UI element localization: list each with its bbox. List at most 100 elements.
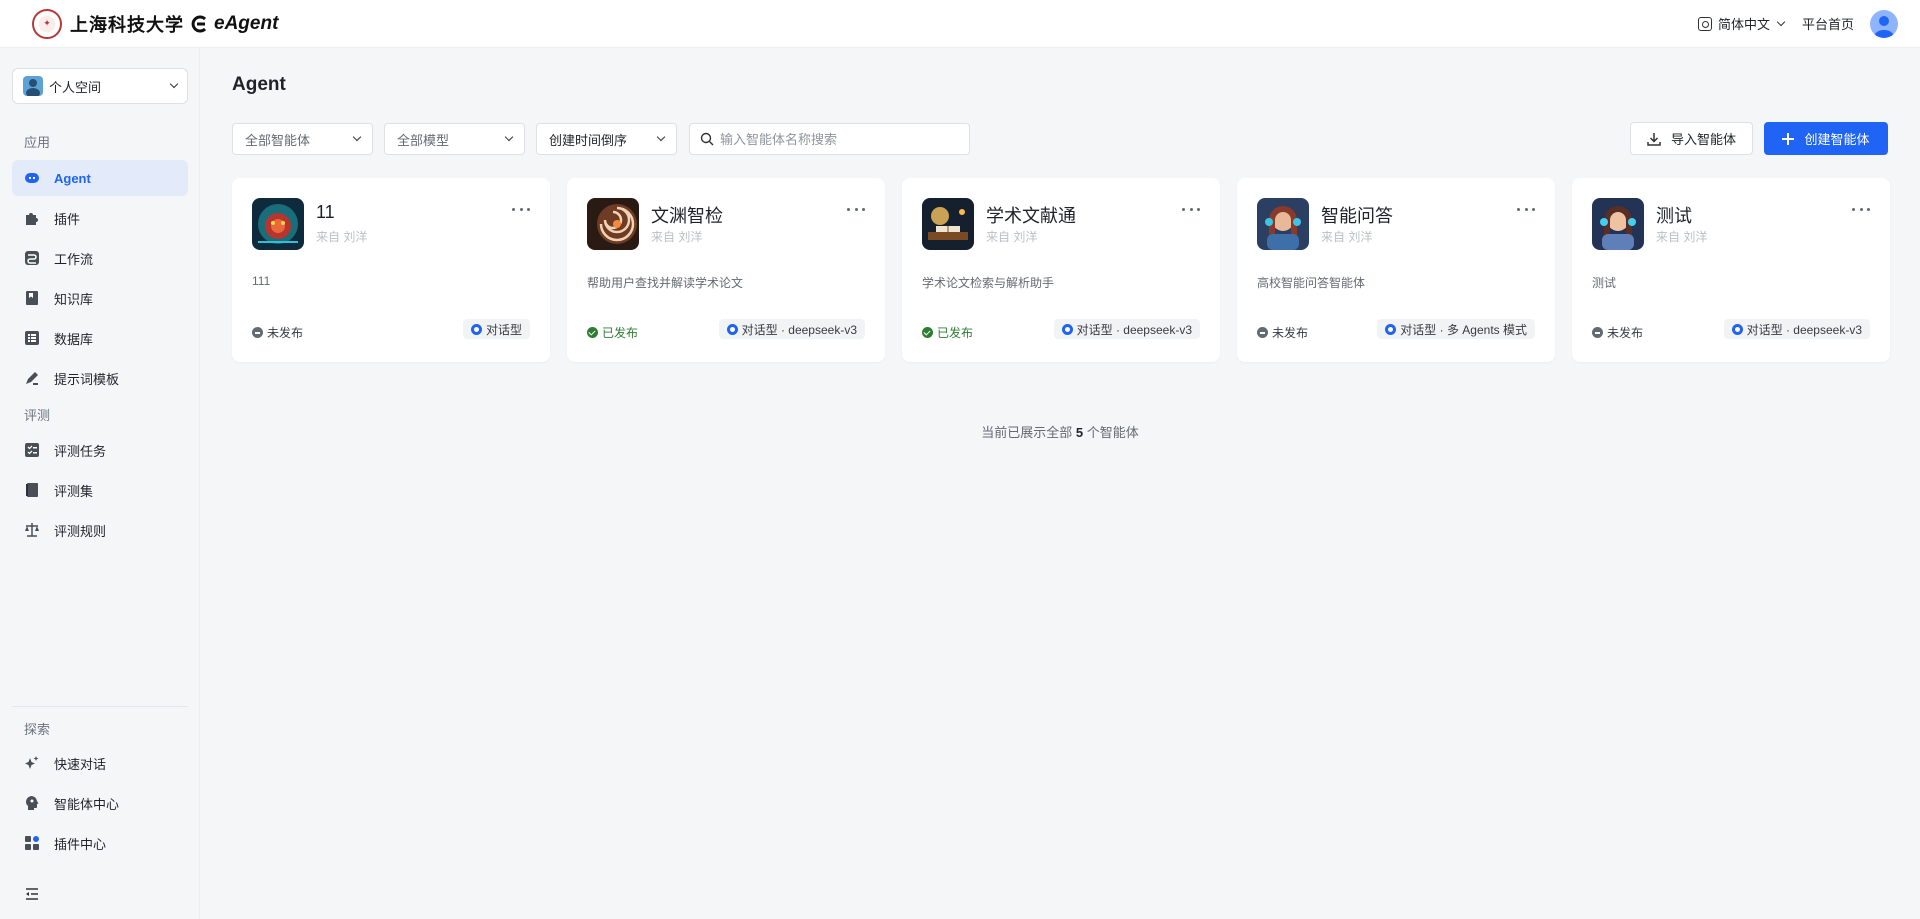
puzzle-icon — [24, 210, 40, 226]
more-options-icon[interactable] — [512, 208, 530, 212]
import-label: 导入智能体 — [1670, 132, 1736, 147]
agent-description: 测试 — [1592, 276, 1617, 290]
agent-type-filter[interactable]: 全部智能体 — [232, 123, 373, 155]
sidebar-item-workflow[interactable]: 工作流 — [12, 240, 188, 276]
sidebar-item-label: 智能体中心 — [54, 796, 120, 812]
chevron-down-icon — [1776, 17, 1786, 26]
agent-name: 学术文献通 — [986, 206, 1076, 226]
divider — [12, 706, 188, 707]
import-agent-button[interactable]: 导入智能体 — [1630, 122, 1753, 155]
filter-label: 创建时间倒序 — [549, 132, 628, 148]
sidebar-item-label: 快速对话 — [54, 756, 107, 772]
model-filter[interactable]: 全部模型 — [384, 123, 525, 155]
section-title-app: 应用 — [24, 135, 51, 150]
search-box[interactable] — [689, 123, 970, 155]
workflow-icon — [24, 250, 40, 266]
unpublished-icon — [1257, 327, 1268, 338]
sidebar: 个人空间 应用 Agent 插件 工作流 知识库 数据库 提示词模板 评测 评测… — [0, 48, 200, 919]
top-bar: ✦ 上海科技大学 eAgent 简体中文 平台首页 — [0, 0, 1920, 48]
space-selector[interactable]: 个人空间 — [12, 68, 188, 104]
agent-card[interactable]: 智能问答 来自 刘洋 高校智能问答智能体 未发布 对话型 · 多 Agents … — [1237, 178, 1555, 362]
sidebar-item-eval-task[interactable]: 评测任务 — [12, 432, 188, 468]
university-seal-logo: ✦ — [32, 8, 62, 39]
status-badge: 未发布 — [1257, 324, 1308, 341]
plus-icon — [1782, 132, 1795, 145]
search-input[interactable] — [720, 131, 959, 147]
database-icon — [24, 330, 40, 346]
brand[interactable]: ✦ 上海科技大学 eAgent — [32, 8, 279, 39]
sidebar-item-plugins[interactable]: 插件 — [12, 200, 188, 236]
more-options-icon[interactable] — [1182, 208, 1200, 212]
published-icon — [587, 327, 598, 338]
plugin-grid-icon — [24, 835, 40, 851]
knowledge-icon — [24, 290, 40, 306]
type-label: 对话型 · deepseek-v3 — [1746, 322, 1862, 337]
language-selector[interactable]: 简体中文 — [1697, 14, 1786, 33]
prompt-icon — [24, 370, 40, 386]
sparkle-icon — [24, 755, 40, 771]
chat-bubble-icon — [1385, 323, 1397, 335]
status-badge: 已发布 — [587, 324, 638, 341]
sidebar-item-eval-rules[interactable]: 评测规则 — [12, 512, 188, 548]
agent-type-tag: 对话型 · deepseek-v3 — [1723, 319, 1870, 339]
more-options-icon[interactable] — [1852, 208, 1870, 212]
agent-card[interactable]: 学术文献通 来自 刘洋 学术论文检索与解析助手 已发布 对话型 · deepse… — [902, 178, 1220, 362]
sidebar-item-agent[interactable]: Agent — [12, 160, 188, 196]
agent-avatar — [922, 198, 974, 250]
sidebar-item-label: 工作流 — [54, 251, 94, 267]
chat-bubble-icon — [726, 323, 738, 335]
status-label: 已发布 — [937, 326, 974, 340]
status-badge: 未发布 — [1592, 324, 1643, 341]
more-options-icon[interactable] — [1517, 208, 1535, 212]
agent-name: 11 — [316, 202, 335, 222]
status-badge: 未发布 — [252, 324, 303, 341]
create-label: 创建智能体 — [1804, 132, 1870, 147]
section-title-eval: 评测 — [24, 408, 51, 423]
chevron-down-icon — [352, 132, 362, 142]
sidebar-item-agent-center[interactable]: 智能体中心 — [12, 785, 188, 821]
status-label: 未发布 — [1272, 326, 1309, 340]
create-agent-button[interactable]: 创建智能体 — [1764, 122, 1888, 155]
agent-card[interactable]: 文渊智检 来自 刘洋 帮助用户查找并解读学术论文 已发布 对话型 · deeps… — [567, 178, 885, 362]
sidebar-item-eval-set[interactable]: 评测集 — [12, 472, 188, 508]
agent-author: 来自 刘洋 — [1656, 230, 1708, 244]
more-options-icon[interactable] — [847, 208, 865, 212]
section-title-explore: 探索 — [24, 722, 51, 737]
sidebar-item-quick-chat[interactable]: 快速对话 — [12, 745, 188, 781]
agent-type-tag: 对话型 · deepseek-v3 — [718, 319, 865, 339]
brain-icon — [24, 795, 40, 811]
collapse-sidebar-icon[interactable] — [24, 886, 40, 902]
platform-home-link[interactable]: 平台首页 — [1802, 14, 1854, 33]
sort-filter[interactable]: 创建时间倒序 — [536, 123, 677, 155]
sidebar-item-knowledge[interactable]: 知识库 — [12, 280, 188, 316]
language-label: 简体中文 — [1717, 17, 1770, 32]
sidebar-item-prompt-template[interactable]: 提示词模板 — [12, 360, 188, 396]
unpublished-icon — [1592, 327, 1603, 338]
agent-description: 高校智能问答智能体 — [1257, 276, 1366, 290]
type-label: 对话型 · deepseek-v3 — [741, 322, 857, 337]
search-icon — [700, 132, 714, 146]
agent-card[interactable]: 11 来自 刘洋 111 未发布 对话型 — [232, 178, 550, 362]
space-label: 个人空间 — [49, 79, 102, 95]
sidebar-item-plugin-center[interactable]: 插件中心 — [12, 825, 188, 861]
product-name: eAgent — [214, 12, 279, 34]
agent-card[interactable]: 测试 来自 刘洋 测试 未发布 对话型 · deepseek-v3 — [1572, 178, 1890, 362]
agent-author: 来自 刘洋 — [316, 230, 368, 244]
school-name: 上海科技大学 — [70, 14, 184, 35]
user-avatar[interactable] — [1870, 9, 1898, 38]
chat-bubble-icon — [1731, 323, 1743, 335]
eagent-logo-icon — [191, 15, 207, 32]
sidebar-item-label: 知识库 — [54, 291, 94, 307]
footer-prefix: 当前已展示全部 — [981, 425, 1073, 440]
sidebar-item-label: 评测集 — [54, 483, 94, 499]
agent-avatar — [587, 198, 639, 250]
agent-author: 来自 刘洋 — [651, 230, 703, 244]
sidebar-item-database[interactable]: 数据库 — [12, 320, 188, 356]
personal-space-icon — [23, 76, 43, 96]
type-label: 对话型 · deepseek-v3 — [1076, 322, 1192, 337]
sidebar-item-label: 评测任务 — [54, 443, 107, 459]
chevron-down-icon — [169, 79, 179, 89]
agent-description: 帮助用户查找并解读学术论文 — [587, 276, 744, 290]
chat-bubble-icon — [1061, 323, 1073, 335]
sidebar-item-label: 数据库 — [54, 331, 94, 347]
